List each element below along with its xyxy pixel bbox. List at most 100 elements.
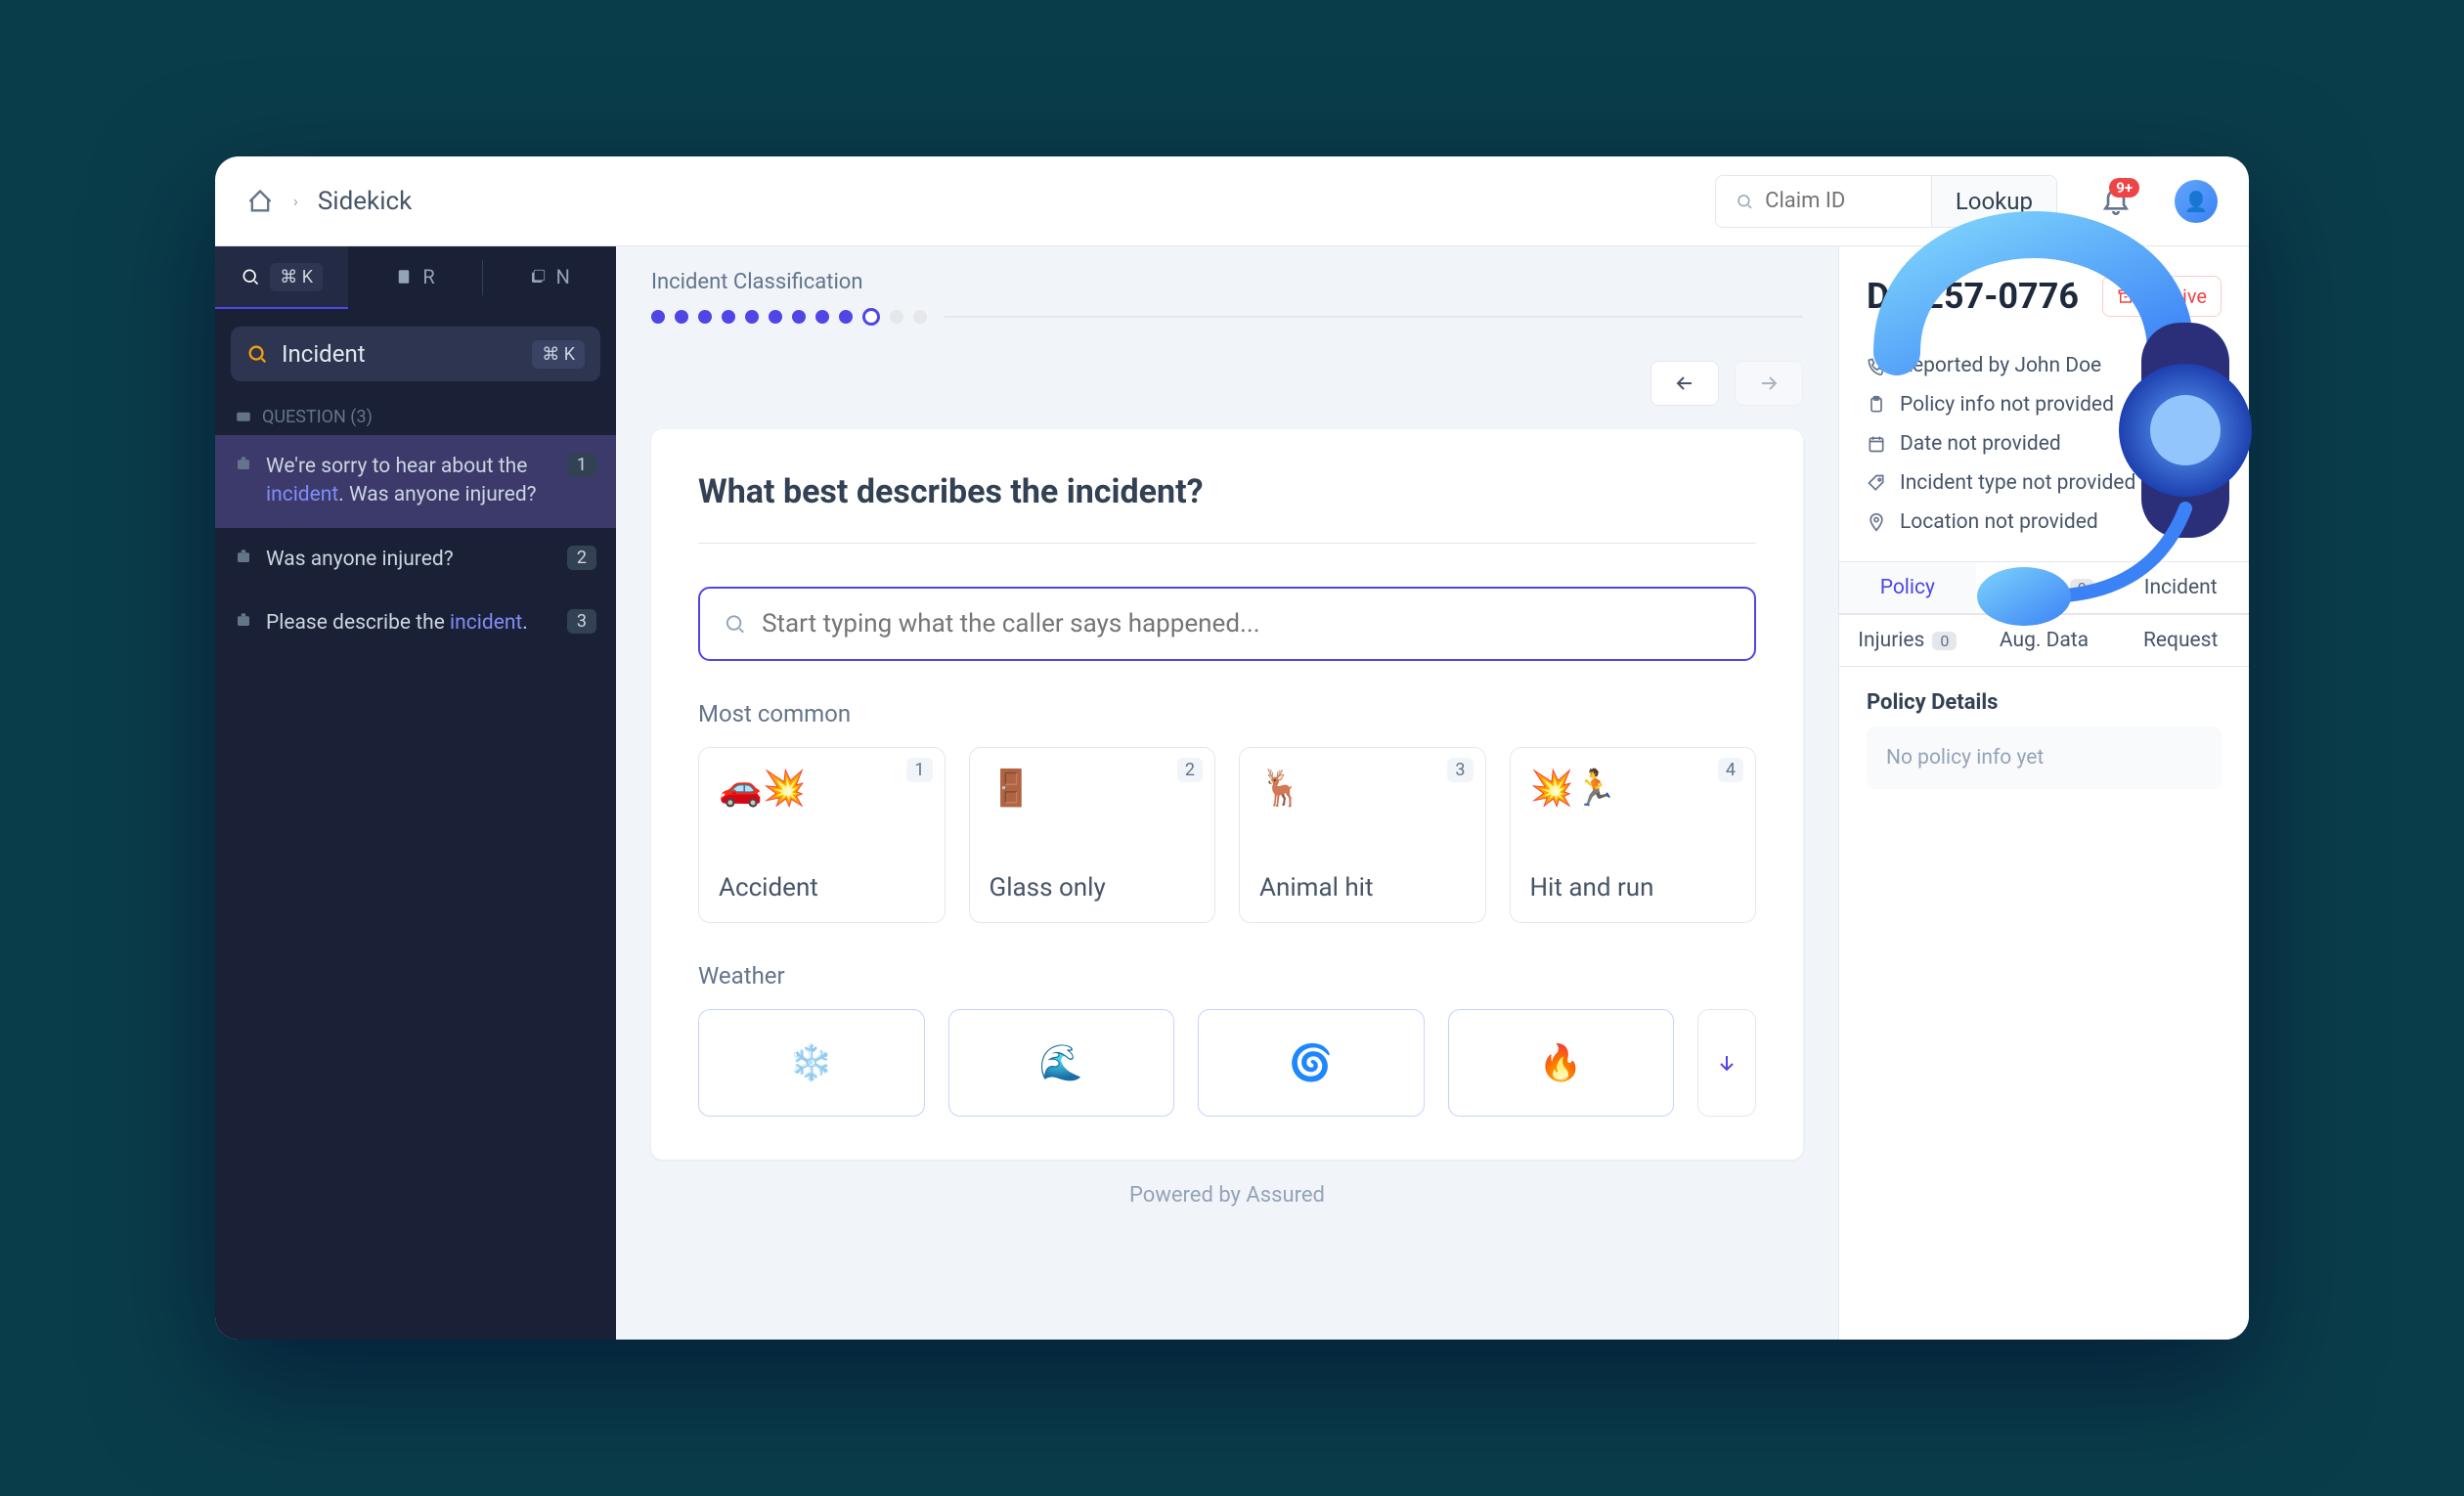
question-item[interactable]: Please describe the incident. 3 xyxy=(215,592,616,655)
rp-tab[interactable]: Incident xyxy=(2112,562,2249,614)
progress-dot xyxy=(792,310,806,324)
tile-icon: 🦌 xyxy=(1259,768,1466,809)
kbd-shortcut: R xyxy=(422,265,434,288)
right-panel: D-5257-0776 Archive Reported by John Doe… xyxy=(1838,246,2249,1340)
briefcase-icon xyxy=(235,548,252,565)
progress-dot xyxy=(815,310,829,324)
claim-id-input[interactable] xyxy=(1765,189,1912,213)
claim-search: Lookup xyxy=(1715,175,2057,228)
prev-button[interactable] xyxy=(1650,361,1719,406)
progress-dot xyxy=(675,310,688,324)
question-text: Please describe the incident. xyxy=(266,609,553,638)
info-text: Location not provided xyxy=(1900,510,2098,534)
question-list: We're sorry to hear about the incident. … xyxy=(215,435,616,656)
notifications-button[interactable]: 9+ xyxy=(2100,184,2132,219)
rp-tab[interactable]: Entities0 xyxy=(1976,562,2113,614)
weather-tile[interactable]: ❄️ xyxy=(698,1009,925,1117)
weather-tile[interactable]: 🌀 xyxy=(1198,1009,1425,1117)
rp-tab[interactable]: Policy xyxy=(1839,562,1976,614)
rp-section-title: Policy Details xyxy=(1867,690,2222,715)
divider xyxy=(698,543,1756,544)
topbar-left: › Sidekick xyxy=(246,187,1695,216)
rp-tab[interactable]: Request xyxy=(2112,615,2249,667)
progress-dot xyxy=(890,310,903,324)
arrow-left-icon xyxy=(1673,372,1696,395)
group-label-weather: Weather xyxy=(698,962,1756,990)
app-window: › Sidekick Lookup 9+ 👤 ⌘ K xyxy=(215,156,2249,1340)
stack-icon xyxy=(529,268,547,286)
sidebar-tabs: ⌘ K R N xyxy=(215,246,616,309)
incident-input[interactable] xyxy=(762,609,1731,638)
chat-icon xyxy=(235,409,252,426)
progress-dot xyxy=(698,310,712,324)
sidebar-search-text: Incident xyxy=(282,340,518,368)
progress-dot xyxy=(839,310,853,324)
sidebar-tab-search[interactable]: ⌘ K xyxy=(215,246,348,309)
tile-icon: 🌊 xyxy=(1039,1042,1083,1083)
tile-icon: 🌀 xyxy=(1289,1042,1333,1083)
incident-tile[interactable]: 3🦌Animal hit xyxy=(1239,747,1486,923)
tile-icon: 🚪 xyxy=(990,768,1196,809)
tile-label: Glass only xyxy=(990,873,1196,902)
scroll-down-button[interactable] xyxy=(1697,1009,1756,1117)
rp-tab-count: 0 xyxy=(2070,579,2094,597)
rp-tab-label: Policy xyxy=(1880,576,1935,599)
question-item[interactable]: We're sorry to hear about the incident. … xyxy=(215,435,616,528)
incident-tile[interactable]: 1🚗💥Accident xyxy=(698,747,946,923)
archive-label: Archive xyxy=(2142,285,2207,308)
section-label-text: QUESTION (3) xyxy=(262,407,373,427)
incident-tile[interactable]: 4💥🏃Hit and run xyxy=(1510,747,1757,923)
search-icon xyxy=(246,343,268,365)
progress-dot xyxy=(745,310,759,324)
question-badge: 3 xyxy=(567,609,596,634)
avatar[interactable]: 👤 xyxy=(2175,180,2218,223)
info-list: Reported by John Doe Policy info not prov… xyxy=(1839,336,2249,561)
archive-button[interactable]: Archive xyxy=(2102,276,2222,317)
rp-tab[interactable]: Aug. Data xyxy=(1976,615,2113,667)
question-badge: 1 xyxy=(567,453,596,477)
archive-icon xyxy=(2117,287,2134,305)
lookup-button[interactable]: Lookup xyxy=(1931,176,2056,227)
question-text: We're sorry to hear about the incident. … xyxy=(266,453,553,510)
group-label-common: Most common xyxy=(698,700,1756,727)
progress-line xyxy=(945,316,1803,318)
info-item: Policy info not provided xyxy=(1867,385,2222,424)
home-icon[interactable] xyxy=(246,188,274,215)
kbd-shortcut: N xyxy=(556,265,570,288)
sidebar-search[interactable]: Incident ⌘ K xyxy=(231,327,600,381)
search-icon xyxy=(724,612,746,636)
incident-input-wrap[interactable] xyxy=(698,587,1756,661)
tile-icon: ❄️ xyxy=(789,1042,833,1083)
question-item[interactable]: Was anyone injured? 2 xyxy=(215,528,616,592)
case-id: D-5257-0776 xyxy=(1867,276,2079,317)
claim-search-input-wrap[interactable] xyxy=(1716,189,1931,213)
tag-icon xyxy=(1867,473,1886,493)
rp-empty-state: No policy info yet xyxy=(1867,726,2222,789)
kbd-shortcut: ⌘ K xyxy=(270,263,323,291)
progress-dot xyxy=(722,310,735,324)
breadcrumb-title: Sidekick xyxy=(318,187,413,216)
info-text: Date not provided xyxy=(1900,432,2061,456)
main-header: Incident Classification xyxy=(616,246,1838,337)
info-text: Reported by John Doe xyxy=(1900,354,2101,377)
info-item: Location not provided xyxy=(1867,503,2222,542)
sidebar-tab-doc[interactable]: R xyxy=(348,246,481,309)
weather-tile[interactable]: 🔥 xyxy=(1448,1009,1675,1117)
sidebar-tab-stack[interactable]: N xyxy=(483,246,616,309)
next-button[interactable] xyxy=(1735,361,1803,406)
tile-label: Hit and run xyxy=(1530,873,1737,902)
tile-icon: 🔥 xyxy=(1539,1042,1583,1083)
topbar: › Sidekick Lookup 9+ 👤 xyxy=(215,156,2249,246)
progress-dots xyxy=(651,308,1803,326)
weather-tile[interactable]: 🌊 xyxy=(948,1009,1175,1117)
clipboard-icon xyxy=(1867,395,1886,415)
search-icon xyxy=(241,267,260,286)
incident-tile[interactable]: 2🚪 Glass only xyxy=(969,747,1216,923)
progress-dot xyxy=(913,310,927,324)
briefcase-icon xyxy=(235,455,252,472)
rp-tab[interactable]: Injuries0 xyxy=(1839,615,1976,667)
kbd-shortcut: ⌘ K xyxy=(532,340,585,369)
main-area: Incident Classification What best descri… xyxy=(616,246,1838,1340)
tile-number: 2 xyxy=(1177,758,1203,782)
info-item: Incident type not provided xyxy=(1867,463,2222,503)
